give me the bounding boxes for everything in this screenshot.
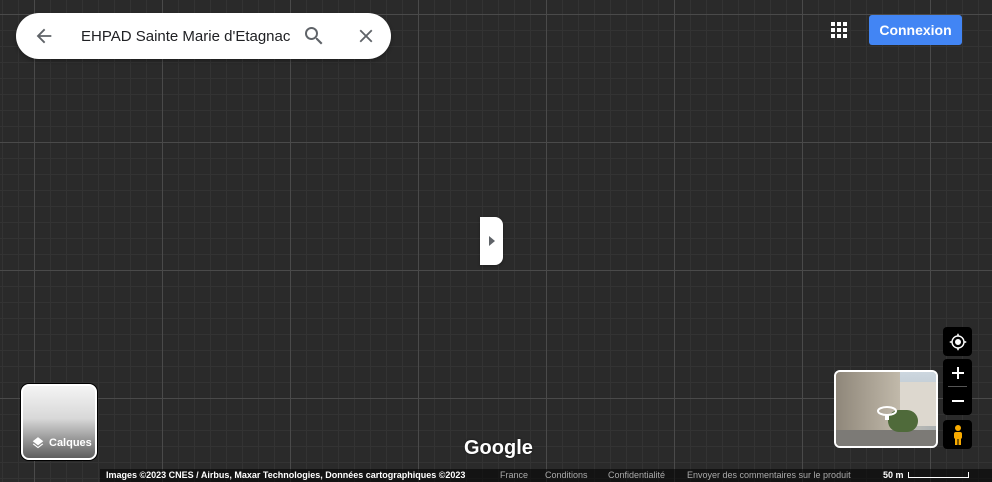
footer-link-france[interactable]: France [500,470,528,480]
apps-dot [831,28,835,32]
apps-dot [843,28,847,32]
layers-label-group: Calques [31,436,92,450]
zoom-in-button[interactable] [943,359,972,386]
back-button[interactable] [24,16,64,56]
signin-button[interactable]: Connexion [869,15,962,45]
map-credits: Images ©2023 CNES / Airbus, Maxar Techno… [106,470,466,480]
scale-bar [908,472,969,478]
map-footer: Images ©2023 CNES / Airbus, Maxar Techno… [0,469,992,482]
zoom-control [943,359,972,415]
my-location-icon [949,333,966,350]
footer-link-conditions[interactable]: Conditions [545,470,588,480]
search-input[interactable] [81,27,291,45]
apps-dot [843,22,847,26]
minus-icon [951,399,964,402]
apps-dot [837,34,841,38]
apps-dot [831,22,835,26]
layers-icon [32,437,44,449]
street-view-thumbnail[interactable] [834,370,938,448]
layers-button[interactable]: Calques [21,384,97,460]
search-icon [305,27,323,45]
pegman-button[interactable] [943,420,972,449]
close-icon [359,29,373,43]
arrow-left-icon [36,28,52,44]
chevron-right-icon [488,236,495,246]
footer-link-feedback[interactable]: Envoyer des commentaires sur le produit [687,470,851,480]
apps-dot [837,28,841,32]
apps-grid-icon[interactable] [826,17,852,43]
my-location-button[interactable] [943,327,972,356]
plus-icon [951,366,964,379]
collapse-panel-button[interactable] [480,217,503,265]
apps-dot [843,34,847,38]
search-box [16,13,391,59]
clear-search-button[interactable] [346,16,386,56]
zoom-out-button[interactable] [943,387,972,414]
apps-dot [831,34,835,38]
scale-label[interactable]: 50 m [883,470,904,480]
rotate-360-icon [877,406,897,420]
footer-link-privacy[interactable]: Confidentialité [608,470,665,480]
search-button[interactable] [294,16,334,56]
apps-dot [837,22,841,26]
google-logo: Google [464,437,533,459]
layers-label: Calques [49,437,92,449]
thumbnail-road [836,430,936,446]
pegman-icon [953,424,962,445]
